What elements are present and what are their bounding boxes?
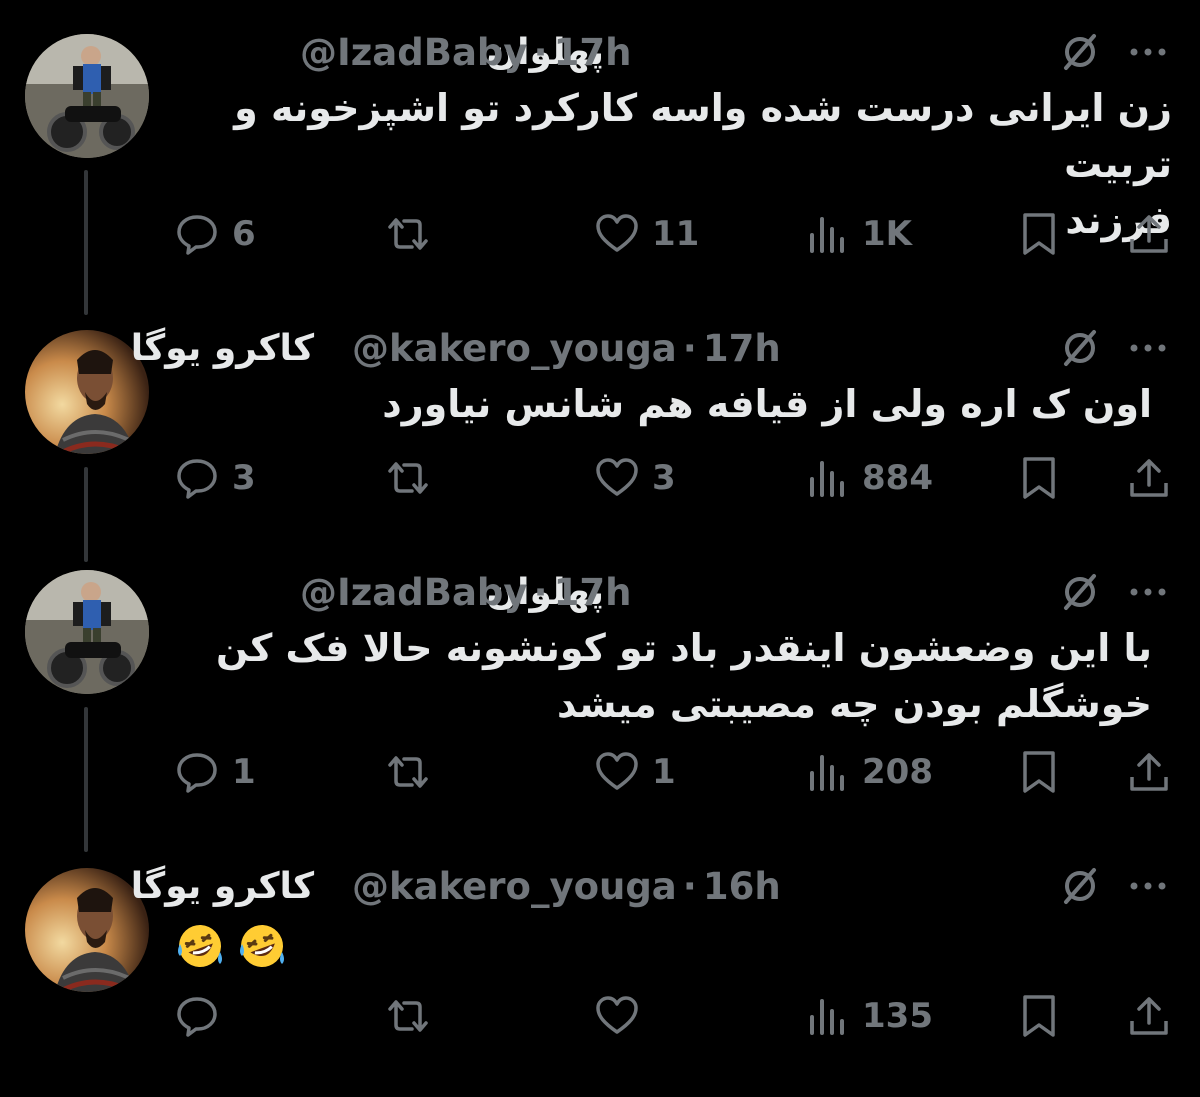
bookmark-button[interactable] (1016, 454, 1062, 502)
like-button[interactable]: 1 (594, 748, 676, 796)
views-count: 208 (862, 752, 933, 792)
views-button[interactable]: 208 (804, 748, 933, 796)
bookmark-button[interactable] (1016, 748, 1062, 796)
reply-button[interactable]: 6 (174, 210, 256, 258)
thread-line (84, 707, 88, 852)
reply-icon (174, 455, 220, 501)
more-icon[interactable] (1126, 570, 1170, 614)
views-icon (804, 455, 850, 501)
like-button[interactable]: 11 (594, 210, 699, 258)
reply-button[interactable]: 1 (174, 748, 256, 796)
display-name[interactable]: کاکرو یوگا (131, 866, 314, 907)
timestamp[interactable]: 17h (554, 31, 632, 74)
tweet-header-meta: @kakero_youga · 16h (352, 858, 781, 914)
tweet-header-meta: @IzadBaby · 17h (300, 564, 631, 620)
thread-line (84, 170, 88, 315)
views-icon (804, 993, 850, 1039)
separator: · (533, 570, 548, 614)
retweet-button[interactable] (384, 454, 444, 502)
reply-icon (174, 993, 220, 1039)
share-button[interactable] (1126, 992, 1172, 1040)
share-icon (1126, 749, 1172, 795)
like-icon (594, 749, 640, 795)
tweet-emojis (176, 922, 286, 970)
reply-count: 1 (232, 752, 256, 792)
tweet-header-meta: @kakero_youga · 17h (352, 320, 781, 376)
bookmark-button[interactable] (1016, 992, 1062, 1040)
user-handle[interactable]: @IzadBaby (300, 571, 528, 614)
more-icon[interactable] (1126, 30, 1170, 74)
reply-button[interactable] (174, 992, 232, 1040)
user-handle[interactable]: @kakero_youga (352, 865, 677, 908)
views-count: 135 (862, 996, 933, 1036)
like-count: 1 (652, 752, 676, 792)
separator: · (533, 30, 548, 74)
bookmark-icon (1016, 211, 1062, 257)
views-icon (804, 211, 850, 257)
retweet-button[interactable] (384, 748, 444, 796)
grok-icon[interactable] (1058, 326, 1102, 370)
reply-icon (174, 211, 220, 257)
like-icon (594, 211, 640, 257)
separator: · (682, 326, 697, 370)
retweet-icon (384, 993, 432, 1039)
tweet-header: کاکرو یوگا (131, 858, 332, 914)
more-icon[interactable] (1126, 864, 1170, 908)
avatar[interactable] (25, 34, 149, 158)
tweet-text: اون ک اره ولی از قیافه هم شانس نیاورد (382, 382, 1152, 426)
share-icon (1126, 211, 1172, 257)
like-count: 3 (652, 458, 676, 498)
separator: · (682, 864, 697, 908)
like-button[interactable] (594, 992, 652, 1040)
retweet-icon (384, 455, 432, 501)
reply-count: 6 (232, 214, 256, 254)
rofl-emoji-icon (178, 925, 222, 967)
bookmark-button[interactable] (1016, 210, 1062, 258)
like-count: 11 (652, 214, 700, 254)
tweet-header-meta: @IzadBaby · 17h (300, 24, 631, 80)
bookmark-icon (1016, 455, 1062, 501)
share-icon (1126, 455, 1172, 501)
display-name[interactable]: کاکرو یوگا (131, 328, 314, 369)
retweet-icon (384, 211, 432, 257)
thread-line (84, 467, 88, 562)
views-count: 1K (862, 214, 913, 254)
share-button[interactable] (1126, 454, 1172, 502)
like-icon (594, 993, 640, 1039)
share-button[interactable] (1126, 748, 1172, 796)
views-count: 884 (862, 458, 933, 498)
user-handle[interactable]: @IzadBaby (300, 31, 528, 74)
views-icon (804, 749, 850, 795)
tweet-header: کاکرو یوگا (131, 320, 332, 376)
grok-icon[interactable] (1058, 864, 1102, 908)
avatar[interactable] (25, 570, 149, 694)
grok-icon[interactable] (1058, 30, 1102, 74)
timestamp[interactable]: 17h (703, 327, 781, 370)
timestamp[interactable]: 16h (703, 865, 781, 908)
views-button[interactable]: 135 (804, 992, 933, 1040)
timestamp[interactable]: 17h (554, 571, 632, 614)
share-icon (1126, 993, 1172, 1039)
like-icon (594, 455, 640, 501)
retweet-icon (384, 749, 432, 795)
rofl-emoji-icon (240, 925, 284, 967)
reply-button[interactable]: 3 (174, 454, 256, 502)
bookmark-icon (1016, 993, 1062, 1039)
user-handle[interactable]: @kakero_youga (352, 327, 677, 370)
views-button[interactable]: 1K (804, 210, 912, 258)
retweet-button[interactable] (384, 992, 444, 1040)
retweet-button[interactable] (384, 210, 444, 258)
share-button[interactable] (1126, 210, 1172, 258)
grok-icon[interactable] (1058, 570, 1102, 614)
tweet-text: با این وضعشون اینقدر باد تو کونشونه حالا… (216, 626, 1152, 726)
like-button[interactable]: 3 (594, 454, 676, 502)
reply-count: 3 (232, 458, 256, 498)
reply-icon (174, 749, 220, 795)
bookmark-icon (1016, 749, 1062, 795)
more-icon[interactable] (1126, 326, 1170, 370)
views-button[interactable]: 884 (804, 454, 933, 502)
